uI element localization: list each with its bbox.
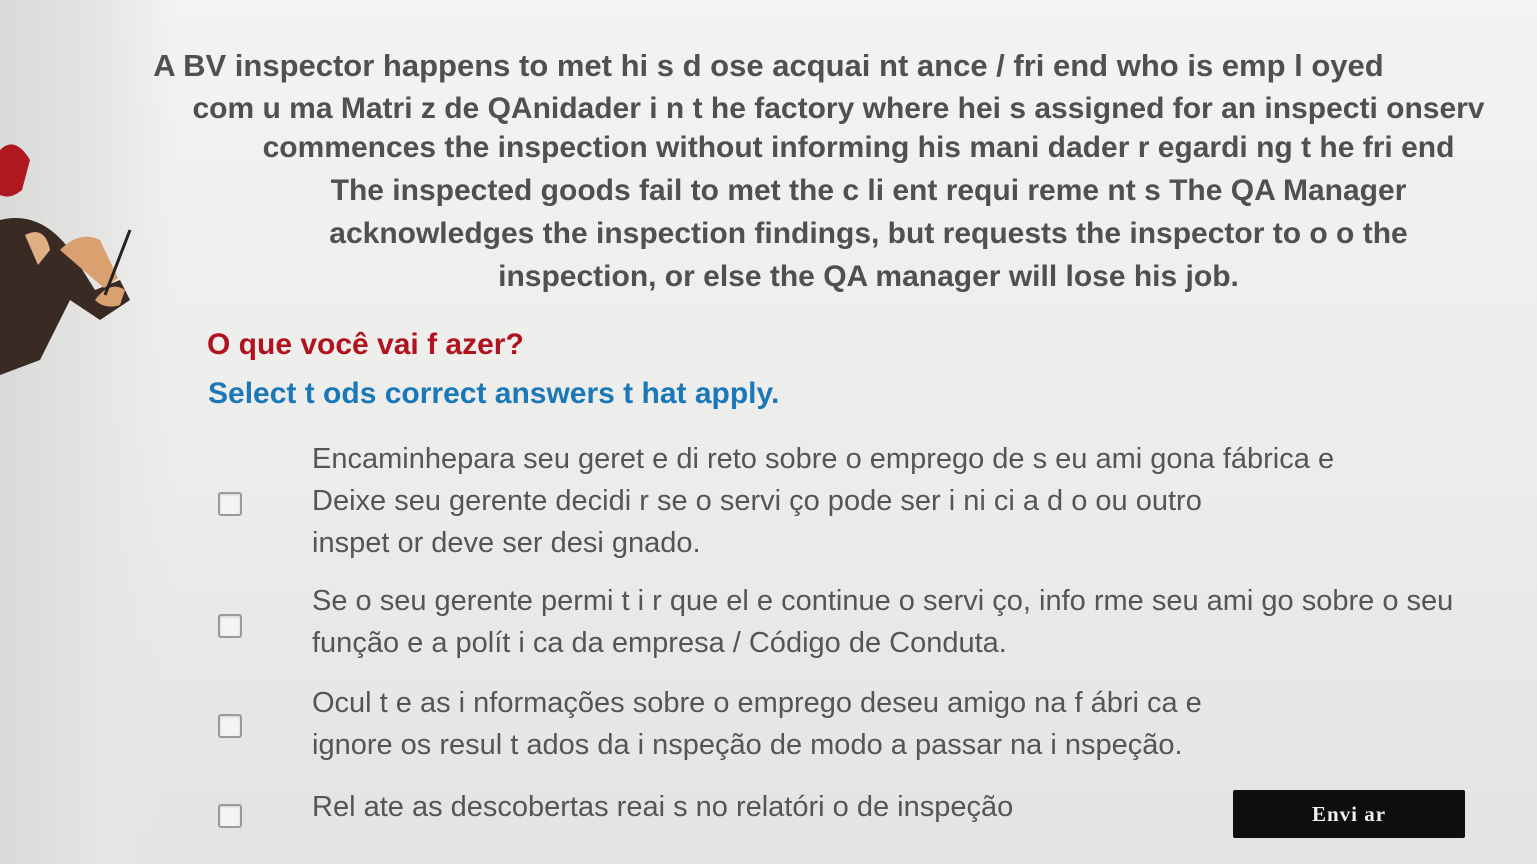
presenter-illustration [0, 144, 132, 375]
option-1-line: Encaminhepara seu geret e di reto sobre … [312, 443, 1335, 475]
question-line: commences the inspection without informi… [262, 131, 1455, 164]
submit-button[interactable]: Envi ar [1233, 790, 1465, 838]
option-3-line: ignore os resul t ados da i nspeção de m… [312, 729, 1183, 761]
question-line: A BV inspector happens to met hi s d ose… [153, 48, 1384, 83]
question-line: The inspected goods fail to met the c li… [330, 174, 1407, 207]
question-line: com u ma Matri z de QAnidader i n t he f… [192, 92, 1485, 125]
option-1-checkbox[interactable] [218, 492, 242, 516]
option-1-line: Deixe seu gerente decidi r se o servi ço… [312, 485, 1202, 517]
quiz-screen: A BV inspector happens to met hi s d ose… [0, 0, 1537, 864]
question-line: acknowledges the inspection findings, bu… [329, 217, 1408, 250]
option-2-line: Se o seu gerente permi t i r que el e co… [312, 585, 1454, 617]
option-3-checkbox[interactable] [218, 714, 242, 738]
option-4-checkbox[interactable] [218, 804, 242, 828]
instruction-text: Select t ods correct answers t hat apply… [208, 377, 780, 410]
option-3-label[interactable]: Ocul t e as i nformações sobre o emprego… [312, 682, 1202, 766]
prompt-heading: O que você vai f azer? [207, 328, 524, 361]
option-2-label[interactable]: Se o seu gerente permi t i r que el e co… [312, 580, 1453, 664]
option-3-line: Ocul t e as i nformações sobre o emprego… [312, 687, 1202, 719]
option-4-label[interactable]: Rel ate as descobertas reai s no relatór… [312, 786, 1013, 828]
question-line: inspection, or else the QA manager will … [498, 260, 1239, 293]
option-2-checkbox[interactable] [218, 614, 242, 638]
option-4-line: Rel ate as descobertas reai s no relatór… [312, 791, 1014, 823]
option-1-line: inspet or deve ser desi gnado. [312, 527, 701, 559]
option-2-line: função e a polít i ca da empresa / Códig… [312, 627, 1007, 659]
option-1-label[interactable]: Encaminhepara seu geret e di reto sobre … [312, 438, 1334, 564]
question-text: A BV inspector happens to met hi s d ose… [153, 44, 1537, 298]
